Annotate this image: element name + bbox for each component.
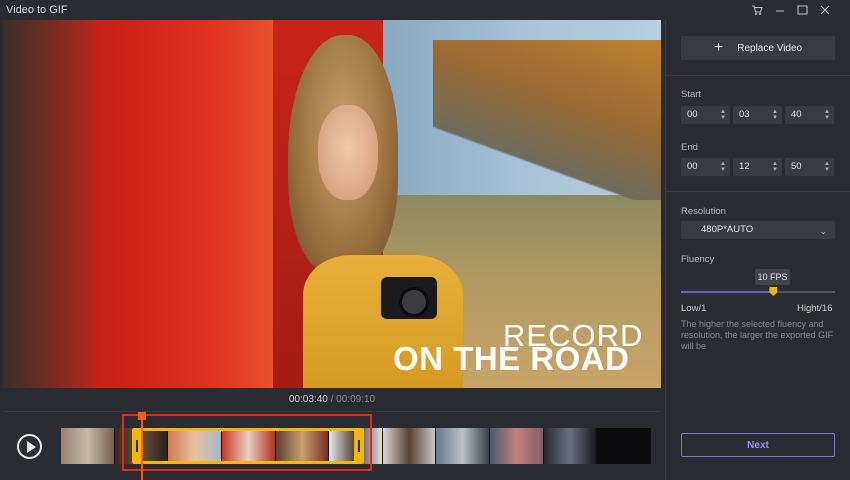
title-bar: Video to GIF xyxy=(0,0,850,20)
fluency-slider-fill xyxy=(681,291,774,293)
start-hours-stepper[interactable]: 00 ▲ ▼ xyxy=(681,106,730,124)
resolution-select[interactable]: 480P*AUTO ⌄ xyxy=(681,221,835,239)
replace-video-button[interactable]: + Replace Video xyxy=(681,36,835,60)
stepper-arrows-icon[interactable]: ▲ ▼ xyxy=(824,161,830,173)
fps-tooltip: 10 FPS xyxy=(755,269,790,285)
play-icon xyxy=(26,440,36,453)
video-preview[interactable]: RECORD ON THE ROAD xyxy=(3,20,661,388)
filmstrip-thumb xyxy=(61,428,114,464)
close-icon[interactable] xyxy=(818,3,832,17)
scene-face xyxy=(318,105,378,200)
timecode: 00:03:40 / 00:09:10 xyxy=(3,389,661,411)
replace-video-label: Replace Video xyxy=(737,42,803,54)
fluency-label: Fluency xyxy=(681,254,715,265)
fluency-high-label: Hight/16 xyxy=(797,303,833,314)
end-hours-stepper[interactable]: 00 ▲ ▼ xyxy=(681,158,730,176)
next-button[interactable]: Next xyxy=(681,433,835,457)
fluency-slider-knob[interactable] xyxy=(769,287,778,296)
trim-end-handle[interactable] xyxy=(354,428,364,464)
end-minutes-stepper[interactable]: 12 ▲ ▼ xyxy=(733,158,782,176)
scene-train-frame xyxy=(95,20,280,388)
stepper-arrows-icon[interactable]: ▲ ▼ xyxy=(772,161,778,173)
start-minutes-value: 03 xyxy=(739,109,750,120)
filmstrip-thumb xyxy=(543,428,597,464)
start-label: Start xyxy=(681,89,702,100)
minimize-icon[interactable] xyxy=(773,3,787,17)
end-hours-value: 00 xyxy=(687,161,698,172)
video-overlay-line2: ON THE ROAD xyxy=(393,340,630,377)
play-button[interactable] xyxy=(17,434,42,459)
plus-icon: + xyxy=(713,39,724,56)
filmstrip-thumb xyxy=(382,428,436,464)
playhead[interactable] xyxy=(138,412,146,480)
end-seconds-stepper[interactable]: 50 ▲ ▼ xyxy=(785,158,834,176)
current-time: 00:03:40 xyxy=(288,394,328,405)
start-minutes-stepper[interactable]: 03 ▲ ▼ xyxy=(733,106,782,124)
stepper-arrows-icon[interactable]: ▲ ▼ xyxy=(720,109,726,121)
scene-camera xyxy=(381,277,437,319)
start-seconds-value: 40 xyxy=(791,109,802,120)
total-time: 00:09:10 xyxy=(336,394,376,405)
chevron-down-icon: ⌄ xyxy=(819,226,827,236)
fluency-slider[interactable] xyxy=(681,287,835,296)
start-hours-value: 00 xyxy=(687,109,698,120)
stepper-arrows-icon[interactable]: ▲ ▼ xyxy=(824,109,830,121)
cart-icon[interactable] xyxy=(750,3,764,17)
divider xyxy=(666,191,850,192)
resolution-value: 480P*AUTO xyxy=(701,224,754,235)
settings-panel: + Replace Video Start 00 ▲ ▼ 03 ▲ ▼ 40 ▲ ▼ … xyxy=(665,20,850,480)
start-seconds-stepper[interactable]: 40 ▲ ▼ xyxy=(785,106,834,124)
time-separator: / xyxy=(330,394,334,405)
filmstrip-thumb xyxy=(436,428,490,464)
filmstrip-thumb xyxy=(597,428,651,464)
scene-hill xyxy=(433,40,661,200)
fluency-low-label: Low/1 xyxy=(681,303,707,314)
divider xyxy=(666,75,850,76)
filmstrip-thumb xyxy=(490,428,543,464)
stepper-arrows-icon[interactable]: ▲ ▼ xyxy=(720,161,726,173)
window-title: Video to GIF xyxy=(6,4,68,16)
end-label: End xyxy=(681,142,698,153)
end-seconds-value: 50 xyxy=(791,161,802,172)
end-minutes-value: 12 xyxy=(739,161,750,172)
maximize-icon[interactable] xyxy=(795,3,809,17)
trim-range[interactable] xyxy=(132,428,364,464)
timeline-bar xyxy=(3,411,661,480)
stepper-arrows-icon[interactable]: ▲ ▼ xyxy=(772,109,778,121)
resolution-label: Resolution xyxy=(681,206,726,217)
fluency-hint: The higher the selected fluency and reso… xyxy=(681,319,834,351)
